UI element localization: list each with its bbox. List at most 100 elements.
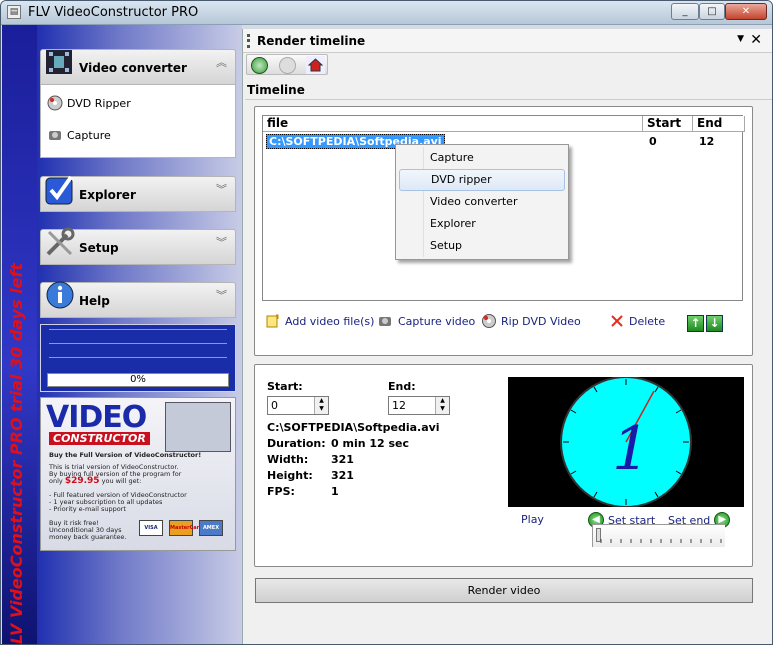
- duration-label: Duration:: [267, 437, 326, 450]
- button-label: Add video file(s): [285, 314, 375, 328]
- panel-setup[interactable]: Setup ︾: [40, 227, 236, 265]
- tools-icon: [46, 227, 75, 256]
- dvd-icon: [482, 314, 496, 328]
- clock-digit: 1: [612, 414, 650, 484]
- move-down-icon[interactable]: ↓: [706, 315, 723, 332]
- close-panel-icon[interactable]: ✕: [750, 32, 762, 48]
- trial-stripe: FLV VideoConstructor PRO trial 30 days l…: [2, 25, 37, 645]
- play-button[interactable]: Play: [521, 513, 544, 526]
- file-path: C:\SOFTPEDIA\Softpedia.avi: [267, 421, 440, 434]
- dropdown-icon[interactable]: ▼: [737, 34, 744, 44]
- stepper-arrows-icon[interactable]: ▲ ▼: [314, 397, 328, 414]
- window-title: FLV VideoConstructor PRO: [28, 5, 199, 20]
- button-label: Play: [521, 513, 544, 526]
- collapse-chevron-icon[interactable]: ︽: [216, 57, 227, 68]
- menu-item-setup[interactable]: Setup: [399, 235, 565, 257]
- column-header-end[interactable]: End: [693, 116, 745, 132]
- fps-value: 1: [331, 485, 339, 498]
- ad-line: only $29.95 you will get:: [49, 476, 142, 486]
- start-stepper[interactable]: 0 ▲ ▼: [267, 396, 329, 415]
- panel-header: Render timeline ▼ ✕: [243, 29, 772, 53]
- end-stepper[interactable]: 12 ▲ ▼: [388, 396, 450, 415]
- ad-line: Buy the Full Version of VideoConstructor…: [49, 451, 202, 459]
- button-label: Rip DVD Video: [501, 314, 581, 328]
- divider: [49, 357, 227, 358]
- start-cell: 0: [649, 135, 657, 148]
- rip-dvd-button[interactable]: Rip DVD Video: [481, 314, 581, 328]
- title-bar: ▤ FLV VideoConstructor PRO _ □ ✕: [1, 1, 772, 25]
- divider: [49, 343, 227, 344]
- minimize-button[interactable]: _: [671, 3, 699, 20]
- amex-card-icon: AMEX: [199, 520, 223, 536]
- menu-item-explorer[interactable]: Explorer: [399, 213, 565, 235]
- nav-toolbar: [246, 54, 328, 75]
- clip-info-box: Start: 0 ▲ ▼ End: 12 ▲ ▼ C:\SOFTPEDIA\Soft…: [254, 364, 753, 567]
- move-up-icon[interactable]: ↑: [687, 315, 704, 332]
- clock-preview: 1: [508, 376, 744, 508]
- expand-chevron-icon[interactable]: ︾: [216, 184, 227, 195]
- trial-banner: FLV VideoConstructor PRO trial 30 days l…: [7, 262, 26, 645]
- menu-item-video-converter[interactable]: Video converter: [399, 191, 565, 213]
- menu-item-dvd-ripper[interactable]: DVD ripper: [399, 169, 565, 191]
- sidebar-item-label: DVD Ripper: [67, 96, 131, 110]
- button-label: Delete: [629, 314, 666, 328]
- dvd-icon: [47, 95, 63, 111]
- video-converter-items: DVD Ripper Capture: [40, 85, 236, 158]
- render-video-button[interactable]: Render video: [255, 578, 753, 603]
- panel-help[interactable]: Help ︾: [40, 281, 236, 318]
- delete-icon: [611, 315, 623, 327]
- delete-button[interactable]: Delete: [609, 314, 665, 328]
- stepper-arrows-icon[interactable]: ▲ ▼: [435, 397, 449, 414]
- divider: [245, 99, 772, 100]
- column-header-file[interactable]: file: [263, 116, 643, 132]
- main-panel: Render timeline ▼ ✕ Timeline file Start …: [242, 29, 772, 644]
- expand-chevron-icon[interactable]: ︾: [216, 237, 227, 248]
- back-button[interactable]: [251, 57, 268, 74]
- section-title: Timeline: [247, 83, 305, 97]
- end-value: 12: [392, 399, 406, 412]
- checkmark-icon: [45, 175, 73, 205]
- end-cell: 12: [699, 135, 715, 148]
- expand-chevron-icon[interactable]: ︾: [216, 290, 227, 301]
- ad-line: - Priority e-mail support: [49, 505, 126, 513]
- panel-label: Explorer: [79, 188, 136, 202]
- ad-price: $29.95: [64, 476, 100, 486]
- menu-item-capture[interactable]: Capture: [399, 147, 565, 169]
- progress-bar: 0%: [47, 373, 229, 387]
- start-label: Start:: [267, 380, 303, 393]
- ad-line: money back guarantee.: [49, 533, 127, 541]
- video-preview[interactable]: 1: [508, 376, 744, 508]
- height-label: Height:: [267, 469, 313, 482]
- app-icon[interactable]: ▤: [7, 5, 21, 19]
- home-icon[interactable]: [306, 56, 325, 74]
- fps-label: FPS:: [267, 485, 295, 498]
- button-label: Capture video: [398, 314, 476, 328]
- height-value: 321: [331, 469, 354, 482]
- ad-brand: VIDEO: [46, 400, 147, 435]
- camera-icon: [49, 131, 61, 140]
- end-label: End:: [388, 380, 416, 393]
- context-menu: Capture DVD ripper Video converter Explo…: [395, 144, 569, 260]
- seek-slider[interactable]: [592, 524, 725, 547]
- width-value: 321: [331, 453, 354, 466]
- column-header-start[interactable]: Start: [643, 116, 693, 132]
- info-icon: [46, 281, 74, 309]
- sidebar-item-dvd-ripper[interactable]: DVD Ripper: [47, 93, 131, 113]
- buy-ad-banner[interactable]: VIDEO CONSTRUCTOR Buy the Full Version o…: [40, 397, 236, 551]
- sidebar-item-capture[interactable]: Capture: [47, 125, 111, 145]
- grip-icon[interactable]: [247, 34, 250, 48]
- add-video-button[interactable]: Add video file(s): [265, 314, 374, 328]
- close-button[interactable]: ✕: [725, 3, 767, 20]
- ad-brand-sub: CONSTRUCTOR: [49, 432, 150, 445]
- start-value: 0: [271, 399, 278, 412]
- panel-label: Video converter: [79, 61, 187, 75]
- panel-explorer[interactable]: Explorer ︾: [40, 175, 236, 212]
- forward-button[interactable]: [279, 57, 296, 74]
- panel-video-converter[interactable]: Video converter ︽: [40, 49, 236, 85]
- visa-card-icon: VISA: [139, 520, 163, 536]
- duration-value: 0 min 12 sec: [331, 437, 410, 450]
- progress-text: 0%: [130, 374, 146, 385]
- app-window: ▤ FLV VideoConstructor PRO _ □ ✕ FLV Vid…: [0, 0, 773, 645]
- maximize-button[interactable]: □: [699, 3, 725, 20]
- capture-video-button[interactable]: Capture video: [378, 314, 475, 328]
